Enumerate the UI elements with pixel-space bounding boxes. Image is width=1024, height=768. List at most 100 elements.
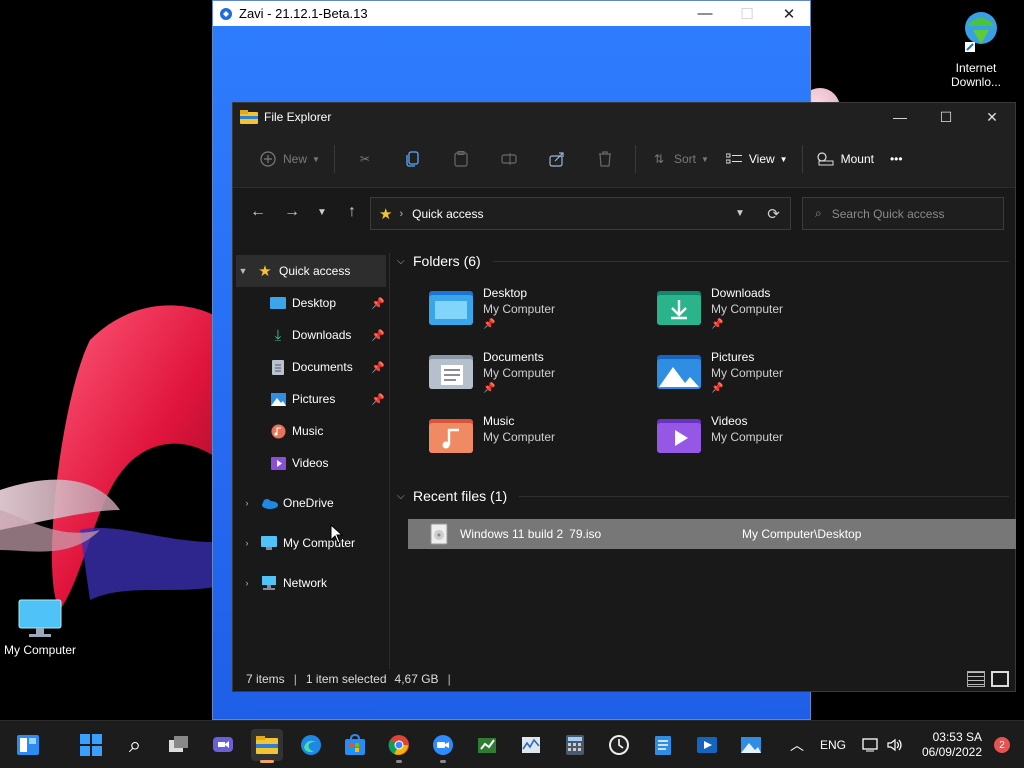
folder-tile-documents[interactable]: Documents My Computer 📌: [429, 349, 649, 407]
more-icon: •••: [889, 152, 903, 166]
taskbar-task-manager[interactable]: [515, 729, 547, 761]
folder-tile-pictures[interactable]: Pictures My Computer 📌: [657, 349, 877, 407]
taskbar-photos[interactable]: [735, 729, 767, 761]
search-box[interactable]: ⌕: [802, 197, 1004, 230]
language-indicator[interactable]: ENG: [820, 721, 846, 768]
pin-icon: 📌: [371, 297, 385, 310]
desktop-icon-internet-download-manager[interactable]: Internet Downlo...: [936, 8, 1016, 89]
folders-section-header[interactable]: ⌵ Folders (6): [397, 253, 1009, 269]
address-bar[interactable]: ★ › Quick access ▼ ⟳: [370, 197, 791, 230]
nav-item-pictures[interactable]: Pictures 📌: [233, 383, 389, 415]
taskbar-calculator[interactable]: [559, 729, 591, 761]
explorer-minimize-button[interactable]: —: [877, 109, 923, 125]
refresh-button[interactable]: ⟳: [756, 205, 790, 223]
desktop-folder-icon: [269, 294, 287, 312]
chevron-down-icon: ▼: [317, 206, 327, 218]
volume-button[interactable]: [886, 721, 904, 768]
music-icon: [269, 422, 287, 440]
taskbar-edge[interactable]: [295, 729, 327, 761]
delete-button[interactable]: [581, 142, 629, 176]
new-button[interactable]: New ▼: [251, 142, 328, 176]
pin-icon: 📌: [371, 361, 385, 374]
details-view-button[interactable]: [967, 671, 985, 687]
recent-section-header[interactable]: ⌵ Recent files (1): [397, 488, 1009, 504]
taskbar-clock-app[interactable]: [603, 729, 635, 761]
navigation-pane: ▼ ★ Quick access Desktop 📌 ⤓ Downloads 📌…: [233, 253, 390, 669]
tiles-view-button[interactable]: [991, 671, 1009, 687]
task-view-button[interactable]: [163, 729, 195, 761]
pin-icon: 📌: [711, 319, 724, 330]
widgets-button[interactable]: [12, 729, 44, 761]
nav-item-desktop[interactable]: Desktop 📌: [233, 287, 389, 319]
show-hidden-icons-button[interactable]: ︿: [790, 721, 804, 768]
forward-button[interactable]: →: [275, 197, 309, 227]
taskbar-zoom[interactable]: [427, 729, 459, 763]
nav-item-documents[interactable]: Documents 📌: [233, 351, 389, 383]
rename-button[interactable]: [485, 142, 533, 176]
nav-item-downloads[interactable]: ⤓ Downloads 📌: [233, 319, 389, 351]
scissors-icon: ✂: [359, 152, 370, 166]
paste-button[interactable]: [437, 142, 485, 176]
taskbar: ⌕ ︿ ENG 03:53 SA 06/09/2022 2: [0, 720, 1024, 768]
selection-count: 1 item selected: [305, 672, 387, 686]
folder-tile-desktop[interactable]: Desktop My Computer 📌: [429, 285, 649, 343]
search-icon: ⌕: [815, 206, 822, 220]
start-button[interactable]: [75, 729, 107, 761]
cut-button[interactable]: ✂: [341, 142, 389, 176]
address-dropdown-button[interactable]: ▼: [724, 208, 756, 219]
taskbar-file-explorer[interactable]: [251, 729, 283, 763]
mount-button[interactable]: Mount: [809, 142, 882, 176]
taskbar-chrome[interactable]: [383, 729, 415, 763]
selection-size: 4,67 GB: [394, 672, 439, 686]
teams-chat-button[interactable]: [207, 729, 239, 761]
explorer-maximize-button[interactable]: ☐: [923, 109, 969, 126]
trash-icon: [596, 150, 614, 168]
network-status-button[interactable]: [862, 721, 880, 768]
nav-label: Desktop: [292, 296, 337, 310]
recent-file-row[interactable]: Windows 11 build 2 79.iso My Computer\Des…: [408, 519, 1016, 549]
back-button[interactable]: ←: [241, 197, 275, 227]
folder-tile-videos[interactable]: Videos My Computer: [657, 413, 877, 471]
explorer-titlebar: File Explorer — ☐ ✕: [233, 103, 1015, 131]
more-options-button[interactable]: •••: [882, 142, 911, 176]
sort-button[interactable]: ⇅ Sort ▼: [642, 142, 717, 176]
clock[interactable]: 03:53 SA 06/09/2022: [922, 730, 982, 760]
zavi-close-button[interactable]: ✕: [768, 5, 810, 23]
nav-item-music[interactable]: Music: [233, 415, 389, 447]
copy-button[interactable]: [389, 142, 437, 176]
explorer-close-button[interactable]: ✕: [969, 109, 1015, 126]
taskbar-app-chart[interactable]: [471, 729, 503, 761]
view-label: View: [748, 152, 775, 166]
nav-item-videos[interactable]: Videos: [233, 447, 389, 479]
taskbar-store[interactable]: [339, 729, 371, 761]
chevron-down-icon: ▼: [779, 154, 788, 164]
search-input[interactable]: [831, 206, 982, 221]
nav-item-quick-access[interactable]: ▼ ★ Quick access: [236, 255, 386, 287]
nav-item-my-computer[interactable]: › My Computer: [233, 527, 389, 559]
divider: [492, 260, 1009, 262]
star-icon: ★: [379, 205, 393, 223]
up-button[interactable]: ↑: [335, 197, 369, 227]
zavi-maximize-button[interactable]: ☐: [726, 5, 768, 23]
zavi-minimize-button[interactable]: —: [684, 5, 726, 22]
folder-tile-music[interactable]: Music My Computer: [429, 413, 649, 471]
search-icon: ⌕: [128, 732, 142, 757]
nav-item-onedrive[interactable]: › OneDrive: [233, 487, 389, 519]
folder-name: Pictures: [711, 350, 755, 364]
taskbar-media-player[interactable]: [691, 729, 723, 761]
share-button[interactable]: [533, 142, 581, 176]
folder-tile-downloads[interactable]: Downloads My Computer 📌: [657, 285, 877, 343]
zavi-title: Zavi - 21.12.1-Beta.13: [239, 6, 368, 21]
nav-item-network[interactable]: › Network: [233, 567, 389, 599]
search-button[interactable]: ⌕: [119, 729, 151, 761]
notification-badge[interactable]: 2: [994, 737, 1010, 753]
taskbar-notepad[interactable]: [647, 729, 679, 761]
recent-locations-button[interactable]: ▼: [309, 197, 335, 227]
folder-location: My Computer: [483, 302, 556, 316]
view-button[interactable]: View ▼: [717, 142, 796, 176]
wallpaper-swirl: [0, 305, 240, 610]
plus-circle-icon: [259, 150, 277, 168]
zavi-titlebar: Zavi - 21.12.1-Beta.13 — ☐ ✕: [213, 1, 810, 26]
content-pane: ⌵ Folders (6) Desktop My Computer 📌 Downlo…: [391, 253, 1016, 669]
desktop-icon-my-computer[interactable]: My Computer: [0, 598, 80, 657]
